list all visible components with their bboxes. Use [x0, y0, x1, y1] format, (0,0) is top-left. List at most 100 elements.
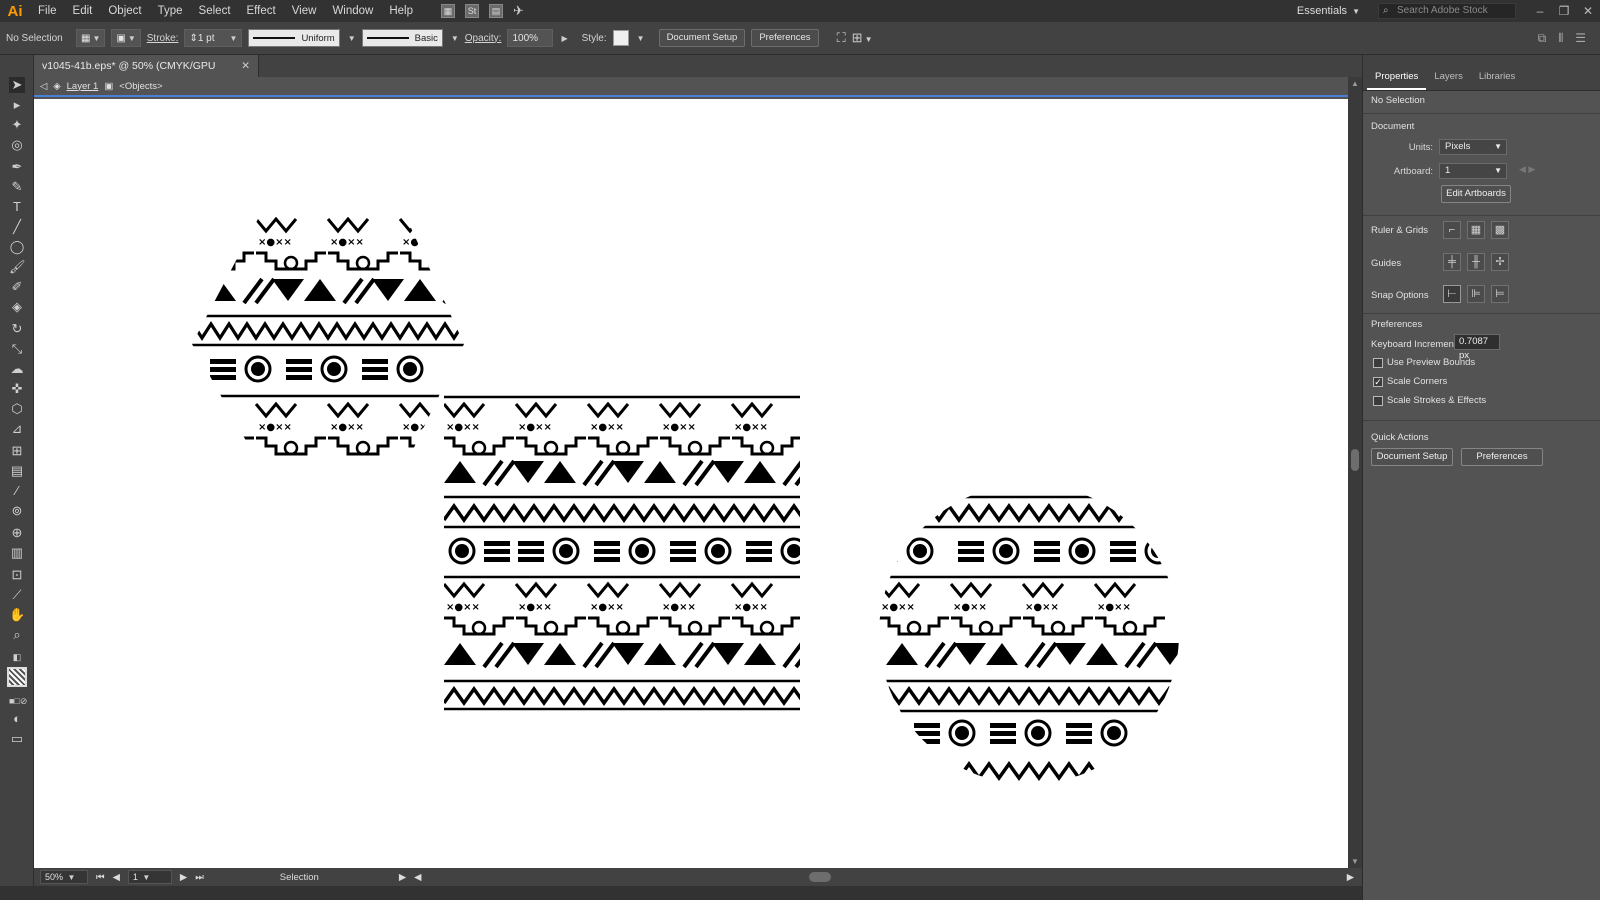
opacity-label[interactable]: Opacity: [465, 33, 502, 44]
opacity-field[interactable]: 100% [507, 29, 554, 47]
grid-icon[interactable]: ▦ [1467, 221, 1485, 239]
use-preview-bounds-label[interactable]: Use Preview Bounds [1387, 357, 1475, 368]
restore-icon[interactable]: ❐ [1552, 4, 1576, 18]
line-tool-icon[interactable]: ╱ [9, 219, 25, 235]
arrange-icon[interactable]: ⧉ [1538, 31, 1547, 46]
artboard-prev-next-icons[interactable]: ◀ ▶ [1519, 164, 1535, 175]
style-dropdown-icon[interactable]: ▼ [637, 34, 645, 43]
slice-tool-icon[interactable]: ⟋ [9, 587, 25, 603]
variable-width-profile[interactable]: Uniform [248, 29, 340, 47]
mesh-tool-icon[interactable]: ⊞ [9, 443, 25, 459]
rectangle-pattern[interactable] [444, 395, 844, 711]
use-preview-bounds-checkbox[interactable] [1373, 358, 1383, 368]
menu-help[interactable]: Help [381, 0, 421, 22]
fill-swatch[interactable]: ▦ ▼ [76, 29, 106, 47]
close-window-icon[interactable]: ✕ [1576, 4, 1600, 18]
scale-corners-checkbox[interactable]: ✓ [1373, 377, 1383, 387]
preferences-button[interactable]: Preferences [751, 29, 819, 47]
scroll-up-icon[interactable]: ▲ [1348, 79, 1362, 88]
brush-definition[interactable]: Basic [361, 29, 443, 47]
snap-to-pixel-icon[interactable]: ⊨ [1491, 285, 1509, 303]
blend-tool-icon[interactable]: ⊚ [9, 503, 25, 519]
stroke-weight-field[interactable]: ⇕ 1 pt ▼ [184, 29, 243, 47]
lasso-tool-icon[interactable]: ◎ [9, 137, 25, 153]
eraser-tool-icon[interactable]: ◈ [9, 299, 25, 315]
graphic-style-swatch[interactable] [612, 30, 629, 46]
rotate-tool-icon[interactable]: ↻ [9, 321, 25, 337]
previous-artboard-icon[interactable]: ◀ [113, 872, 120, 883]
transparency-grid-icon[interactable]: ▩ [1491, 221, 1509, 239]
scale-strokes-label[interactable]: Scale Strokes & Effects [1387, 395, 1486, 406]
magic-wand-tool-icon[interactable]: ✦ [9, 117, 25, 133]
scroll-right-icon[interactable]: ▶ [1347, 872, 1362, 883]
color-mode-icons[interactable]: ■□⊘ [9, 693, 27, 709]
hand-tool-icon[interactable]: ✋ [9, 607, 25, 623]
ellipse-tool-icon[interactable]: ◯ [9, 239, 25, 255]
direct-selection-tool-icon[interactable]: ▸ [9, 97, 25, 113]
horizontal-scroll-thumb[interactable] [809, 872, 831, 882]
transform-icon[interactable]: ⊞ ▼ [852, 30, 873, 46]
menu-object[interactable]: Object [100, 0, 149, 22]
artboard-tool-icon[interactable]: ⊡ [9, 567, 25, 583]
symbol-sprayer-tool-icon[interactable]: ⊕ [9, 525, 25, 541]
search-stock-input[interactable]: ⌕ Search Adobe Stock [1378, 3, 1516, 19]
gradient-tool-icon[interactable]: ▤ [9, 463, 25, 479]
bridge-icon[interactable]: ▦ [441, 4, 455, 18]
vertical-scroll-thumb[interactable] [1351, 449, 1359, 471]
scroll-left-icon[interactable]: ◀ [414, 872, 421, 883]
artboard-select[interactable]: 1 ▼ [1439, 163, 1507, 179]
type-tool-icon[interactable]: T [9, 199, 25, 215]
scale-tool-icon[interactable]: ⤡ [9, 341, 25, 357]
puppet-warp-tool-icon[interactable]: ✜ [9, 381, 25, 397]
breadcrumb-objects[interactable]: <Objects> [119, 81, 162, 92]
menu-effect[interactable]: Effect [239, 0, 284, 22]
stroke-label[interactable]: Stroke: [147, 33, 179, 44]
snap-to-point-icon[interactable]: ⊢ [1443, 285, 1461, 303]
gpu-performance-icon[interactable]: ✈ [513, 3, 524, 19]
circle-pattern[interactable] [872, 459, 1239, 780]
last-artboard-icon[interactable]: ⏭ [195, 872, 204, 883]
next-artboard-icon[interactable]: ▶ [180, 872, 187, 883]
scale-strokes-checkbox[interactable] [1373, 396, 1383, 406]
blob-brush-tool-icon[interactable]: ✐ [9, 279, 25, 295]
column-graph-tool-icon[interactable]: ▥ [9, 545, 25, 561]
menu-window[interactable]: Window [324, 0, 381, 22]
pen-tool-icon[interactable]: ✒ [9, 159, 25, 175]
hexagon-pattern[interactable] [184, 217, 508, 456]
rulers-icon[interactable]: ⌐ [1443, 221, 1461, 239]
default-fill-stroke-icon[interactable]: ◧ ⇆ [9, 649, 25, 678]
document-setup-button[interactable]: Document Setup [658, 29, 746, 47]
menu-type[interactable]: Type [150, 0, 191, 22]
edit-artboards-button[interactable]: Edit Artboards [1441, 185, 1511, 203]
tab-libraries[interactable]: Libraries [1471, 71, 1523, 90]
menu-file[interactable]: File [30, 0, 65, 22]
show-guides-icon[interactable]: ╪ [1443, 253, 1461, 271]
menu-view[interactable]: View [284, 0, 325, 22]
perspective-grid-tool-icon[interactable]: ⊿ [9, 421, 25, 437]
back-arrow-icon[interactable]: ◁ [40, 81, 47, 92]
drawing-mode-icon[interactable]: ◐ [9, 711, 25, 727]
menu-select[interactable]: Select [191, 0, 239, 22]
quick-preferences-button[interactable]: Preferences [1461, 448, 1543, 466]
warp-tool-icon[interactable]: ☁ [9, 361, 25, 377]
breadcrumb-layer[interactable]: Layer 1 [67, 81, 99, 92]
vertical-scrollbar[interactable]: ▲ ▼ [1348, 77, 1362, 868]
curvature-tool-icon[interactable]: ✎ [9, 179, 25, 195]
keyboard-increment-input[interactable]: 0.7087 px [1454, 334, 1500, 361]
scroll-down-icon[interactable]: ▼ [1348, 857, 1362, 866]
tab-layers[interactable]: Layers [1426, 71, 1471, 90]
workspace-switcher[interactable]: Essentials ▼ [1297, 5, 1360, 17]
fill-stroke-indicator-icon[interactable] [7, 667, 27, 687]
menu-edit[interactable]: Edit [65, 0, 101, 22]
screen-mode-icon[interactable]: ▭ [9, 731, 25, 747]
shape-builder-tool-icon[interactable]: ⬡ [9, 401, 25, 417]
arrange-documents-icon[interactable]: ▤ [489, 4, 503, 18]
artboard-canvas[interactable]: ×●×× [34, 99, 1348, 868]
tab-properties[interactable]: Properties [1367, 71, 1427, 90]
lock-guides-icon[interactable]: ╫ [1467, 253, 1485, 271]
first-artboard-icon[interactable]: ⏮ [96, 872, 105, 883]
selection-tool-icon[interactable]: ➤ [9, 77, 25, 93]
close-tab-icon[interactable]: ✕ [241, 55, 250, 77]
document-tab[interactable]: v1045-41b.eps* @ 50% (CMYK/GPU Preview) … [34, 55, 259, 94]
zoom-tool-icon[interactable]: ⌕ [9, 627, 25, 643]
